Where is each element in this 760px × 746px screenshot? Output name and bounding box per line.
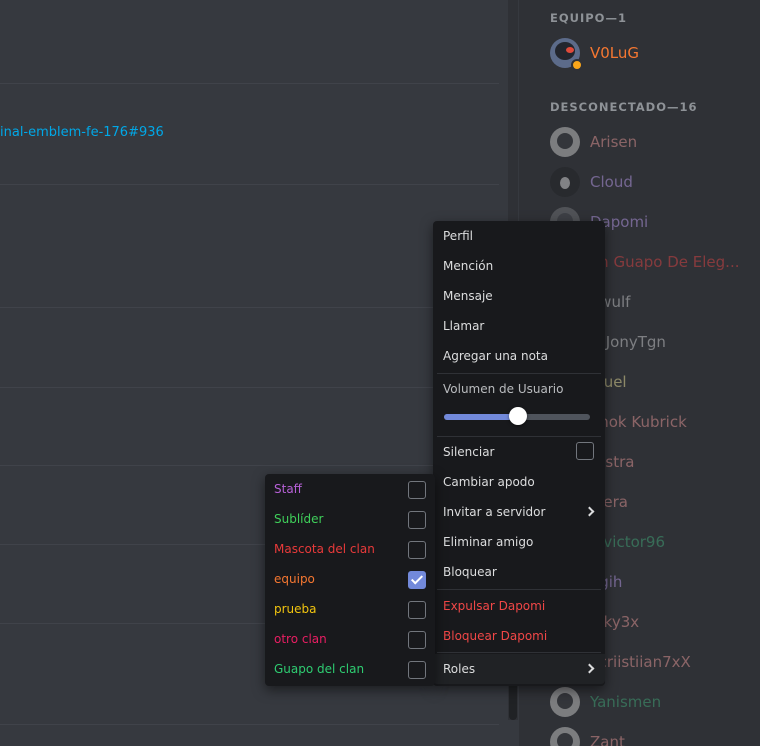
chevron-right-icon: [584, 506, 595, 517]
invite-to-server-label: Invitar a servidor: [443, 505, 546, 519]
member-name: xcriistiian7xX: [590, 653, 691, 671]
role-label: Guapo del clan: [274, 662, 365, 676]
member-name: Cloud: [590, 173, 633, 191]
role-label: equipo: [274, 572, 315, 586]
role-label: otro clan: [274, 632, 327, 646]
avatar: [550, 687, 580, 717]
member-offline[interactable]: Arisen: [550, 126, 637, 158]
role-checkbox[interactable]: [408, 571, 426, 589]
offline-group-header: DESCONECTADO—16: [550, 100, 698, 114]
menu-item-call[interactable]: Llamar: [433, 311, 605, 341]
member-name: Zant: [590, 733, 625, 746]
user-context-menu: Perfil Mención Mensaje Llamar Agregar un…: [433, 221, 605, 686]
role-item[interactable]: prueba: [265, 594, 435, 624]
mute-label: Silenciar: [443, 445, 495, 459]
menu-item-message[interactable]: Mensaje: [433, 281, 605, 311]
role-item[interactable]: Staff: [265, 474, 435, 504]
avatar: [550, 127, 580, 157]
role-label: Mascota del clan: [274, 542, 375, 556]
avatar: [550, 38, 583, 71]
member-offline[interactable]: Cloud: [550, 166, 633, 198]
member-name: V0LuG: [590, 44, 640, 62]
message-link[interactable]: inal-emblem-fe-176#936: [0, 125, 164, 140]
role-item[interactable]: equipo: [265, 564, 435, 594]
online-group-header: EQUIPO—1: [550, 11, 627, 25]
role-checkbox[interactable]: [408, 481, 426, 499]
message-divider: [0, 184, 499, 185]
idle-status-icon: [571, 59, 583, 71]
chevron-right-icon: [584, 663, 595, 674]
menu-item-profile[interactable]: Perfil: [433, 221, 605, 251]
message-divider: [0, 387, 499, 388]
role-item[interactable]: Guapo del clan: [265, 654, 435, 684]
role-item[interactable]: Sublíder: [265, 504, 435, 534]
avatar: [550, 167, 580, 197]
menu-item-mention[interactable]: Mención: [433, 251, 605, 281]
menu-item-block[interactable]: Bloquear: [433, 557, 605, 587]
menu-item-add-note[interactable]: Agregar una nota: [433, 341, 605, 371]
menu-item-mute[interactable]: Silenciar: [433, 437, 605, 467]
member-offline[interactable]: Zant: [550, 726, 625, 746]
menu-separator: [437, 652, 601, 653]
roles-label: Roles: [443, 662, 476, 676]
menu-separator: [437, 373, 601, 374]
message-divider: [0, 83, 499, 84]
user-volume-label: Volumen de Usuario: [443, 382, 564, 396]
role-checkbox[interactable]: [408, 631, 426, 649]
menu-item-change-nickname[interactable]: Cambiar apodo: [433, 467, 605, 497]
message-divider: [0, 465, 499, 466]
role-item[interactable]: Mascota del clan: [265, 534, 435, 564]
user-volume-slider-fill: [444, 414, 519, 420]
mute-checkbox[interactable]: [576, 442, 594, 460]
role-checkbox[interactable]: [408, 661, 426, 679]
menu-item-remove-friend[interactable]: Eliminar amigo: [433, 527, 605, 557]
menu-item-invite-to-server[interactable]: Invitar a servidor: [433, 497, 605, 527]
role-checkbox[interactable]: [408, 541, 426, 559]
menu-item-kick[interactable]: Expulsar Dapomi: [433, 591, 605, 621]
role-checkbox[interactable]: [408, 511, 426, 529]
avatar: [550, 727, 580, 746]
role-label: prueba: [274, 602, 317, 616]
member-offline[interactable]: Yanismen: [550, 686, 661, 718]
role-label: Sublíder: [274, 512, 324, 526]
menu-item-roles[interactable]: Roles: [433, 654, 605, 684]
role-item[interactable]: otro clan: [265, 624, 435, 654]
member-name: Arisen: [590, 133, 638, 151]
message-divider: [0, 724, 499, 725]
menu-item-ban[interactable]: Bloquear Dapomi: [433, 621, 605, 651]
member-volug[interactable]: V0LuG: [550, 37, 640, 71]
member-name: Yanismen: [590, 693, 662, 711]
menu-separator: [437, 589, 601, 590]
roles-submenu: Staff Sublíder Mascota del clan equipo p…: [265, 474, 435, 686]
role-checkbox[interactable]: [408, 601, 426, 619]
member-name: on Guapo De Eleg...: [590, 253, 740, 271]
role-label: Staff: [274, 482, 302, 496]
message-divider: [0, 307, 499, 308]
user-volume-slider-handle[interactable]: [509, 407, 528, 425]
